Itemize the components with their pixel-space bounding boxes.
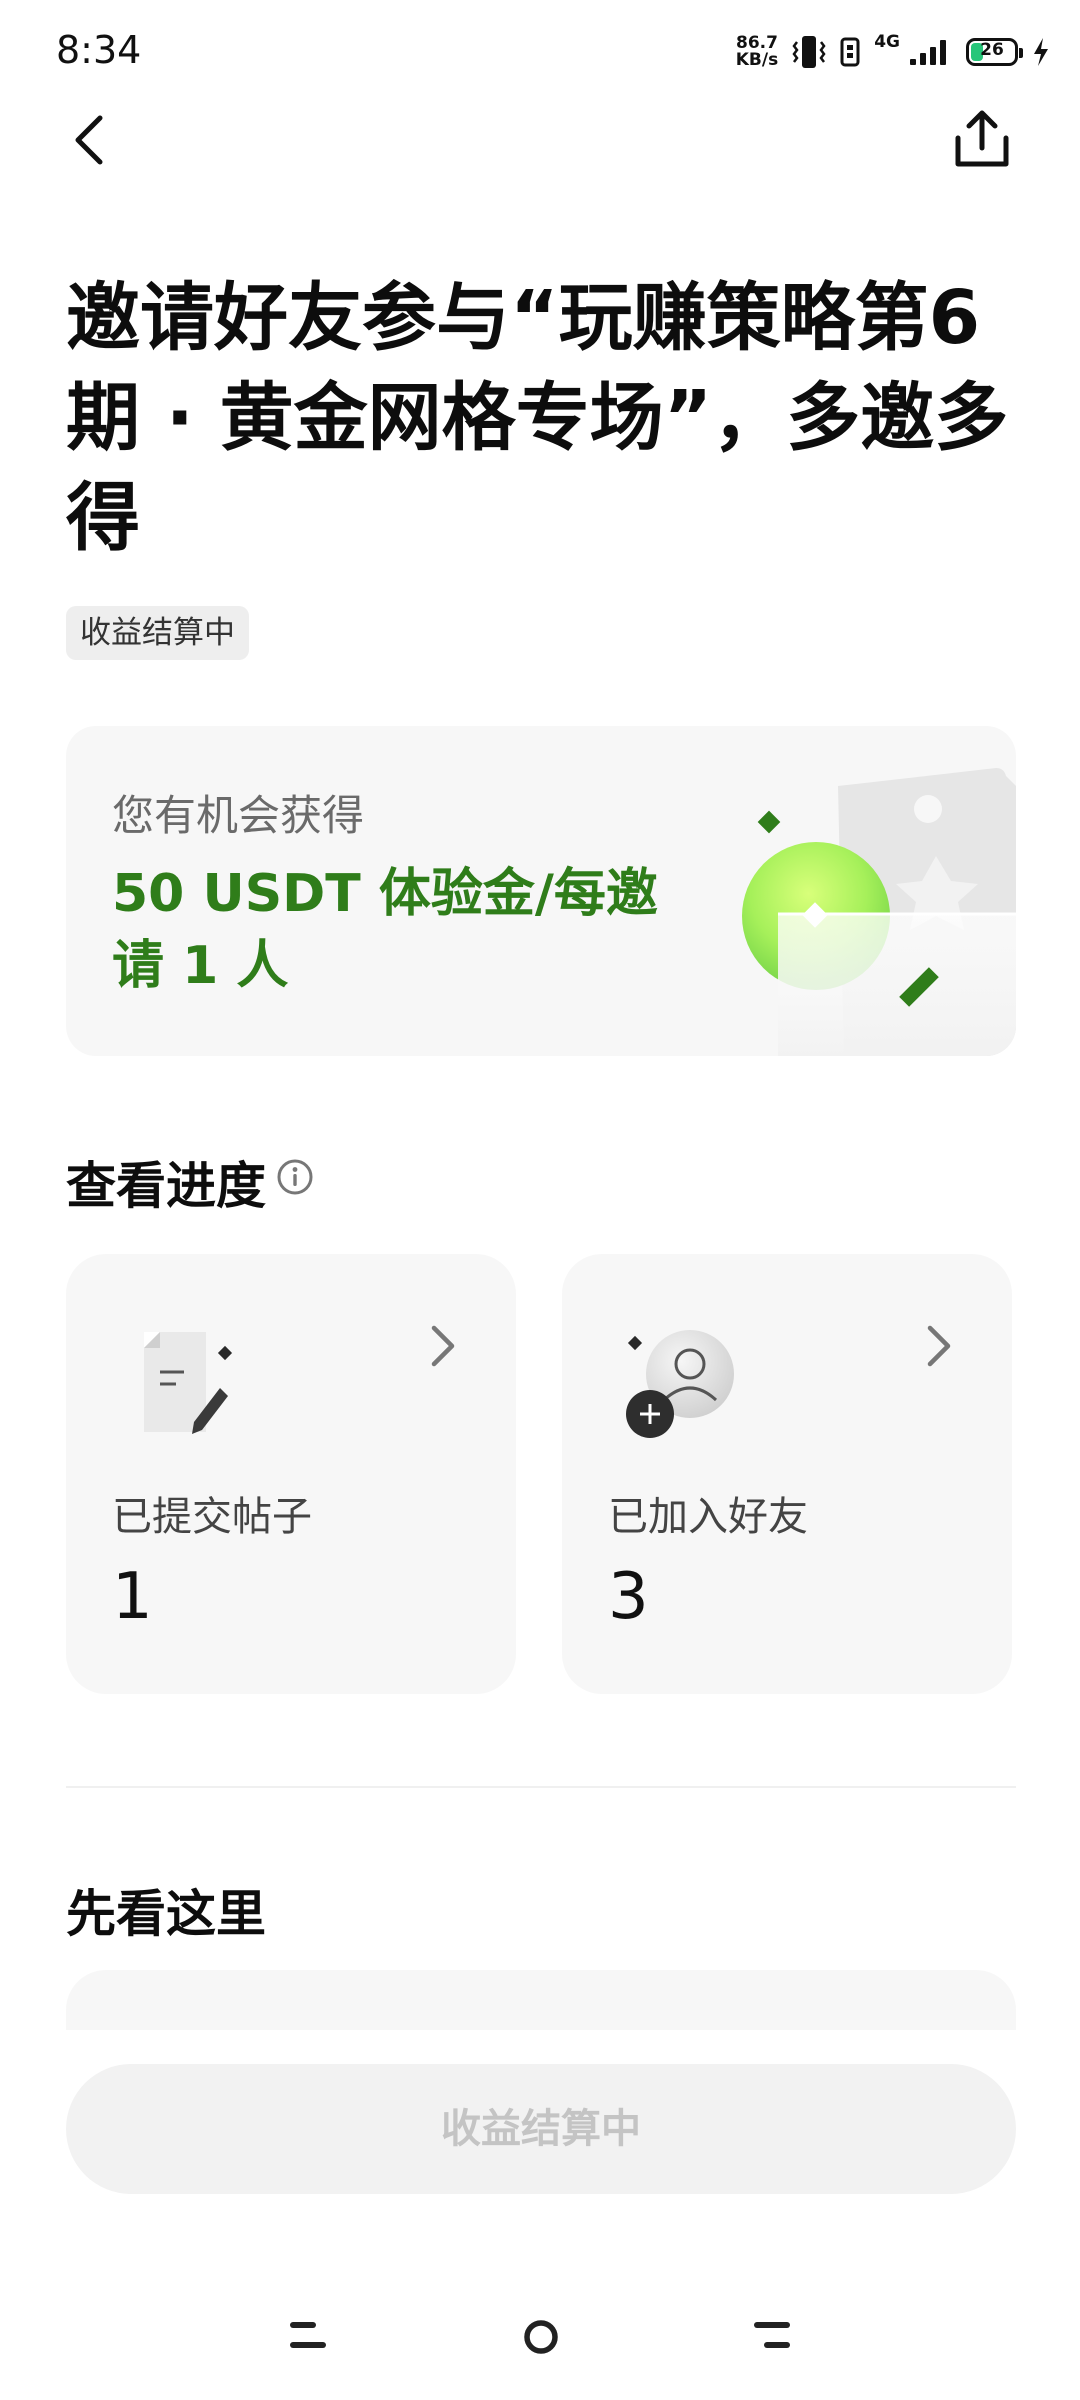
status-badge: 收益结算中 <box>66 606 249 660</box>
sim-card-icon <box>840 37 860 67</box>
add-friend-icon <box>626 1330 734 1438</box>
share-button[interactable] <box>950 108 1014 172</box>
status-time: 8:34 <box>56 28 142 72</box>
recent-apps-button[interactable] <box>288 2318 328 2354</box>
joined-friends-card[interactable]: 已加入好友 3 <box>562 1254 1012 1694</box>
back-lines-icon <box>754 2322 790 2348</box>
battery-icon: 26 <box>966 38 1023 66</box>
network-type: 4G <box>874 32 900 52</box>
settlement-status-button[interactable]: 收益结算中 <box>66 2064 1016 2194</box>
joined-friends-count: 3 <box>608 1560 649 1634</box>
home-button[interactable] <box>522 2318 560 2356</box>
post-edit-icon <box>144 1332 233 1434</box>
submitted-posts-count: 1 <box>112 1560 153 1634</box>
submitted-posts-card[interactable]: 已提交帖子 1 <box>66 1254 516 1694</box>
reward-label: 您有机会获得 <box>112 791 365 840</box>
system-back-button[interactable] <box>752 2318 792 2354</box>
back-button[interactable] <box>60 110 120 170</box>
page-title: 邀请好友参与“玩赚策略第6期 · 黄金网格专场”，多邀多得 <box>66 275 1009 561</box>
battery-level: 26 <box>980 40 1004 60</box>
see-here-section-title: 先看这里 <box>66 1885 266 1943</box>
status-bar: 8:34 86.7 KB/s 4G 26 <box>0 0 1080 100</box>
chevron-left-icon <box>75 115 103 165</box>
signal-icon <box>910 40 946 65</box>
network-speed-unit: KB/s <box>735 50 779 70</box>
vibrate-icon <box>792 36 826 68</box>
section-divider <box>66 1786 1016 1788</box>
reward-amount: 50 USDT 体验金/每邀请 1 人 <box>112 864 658 996</box>
network-speed: 86.7 KB/s <box>736 35 778 69</box>
info-icon[interactable] <box>275 1157 315 1197</box>
see-here-card[interactable] <box>66 1970 1016 2030</box>
chevron-right-icon <box>431 1325 455 1367</box>
home-circle-icon <box>524 2320 558 2354</box>
share-icon <box>955 110 1009 167</box>
gift-ticket-illustration <box>742 768 1016 1056</box>
progress-section-title: 查看进度 <box>66 1157 266 1215</box>
reward-card: 您有机会获得 50 USDT 体验金/每邀请 1 人 <box>66 726 1016 1056</box>
menu-icon <box>290 2322 326 2348</box>
status-icons: 86.7 KB/s 4G 26 <box>736 30 1050 74</box>
joined-friends-label: 已加入好友 <box>608 1494 808 1540</box>
charging-icon <box>1034 38 1048 66</box>
chevron-right-icon <box>927 1325 951 1367</box>
submitted-posts-label: 已提交帖子 <box>112 1494 312 1540</box>
